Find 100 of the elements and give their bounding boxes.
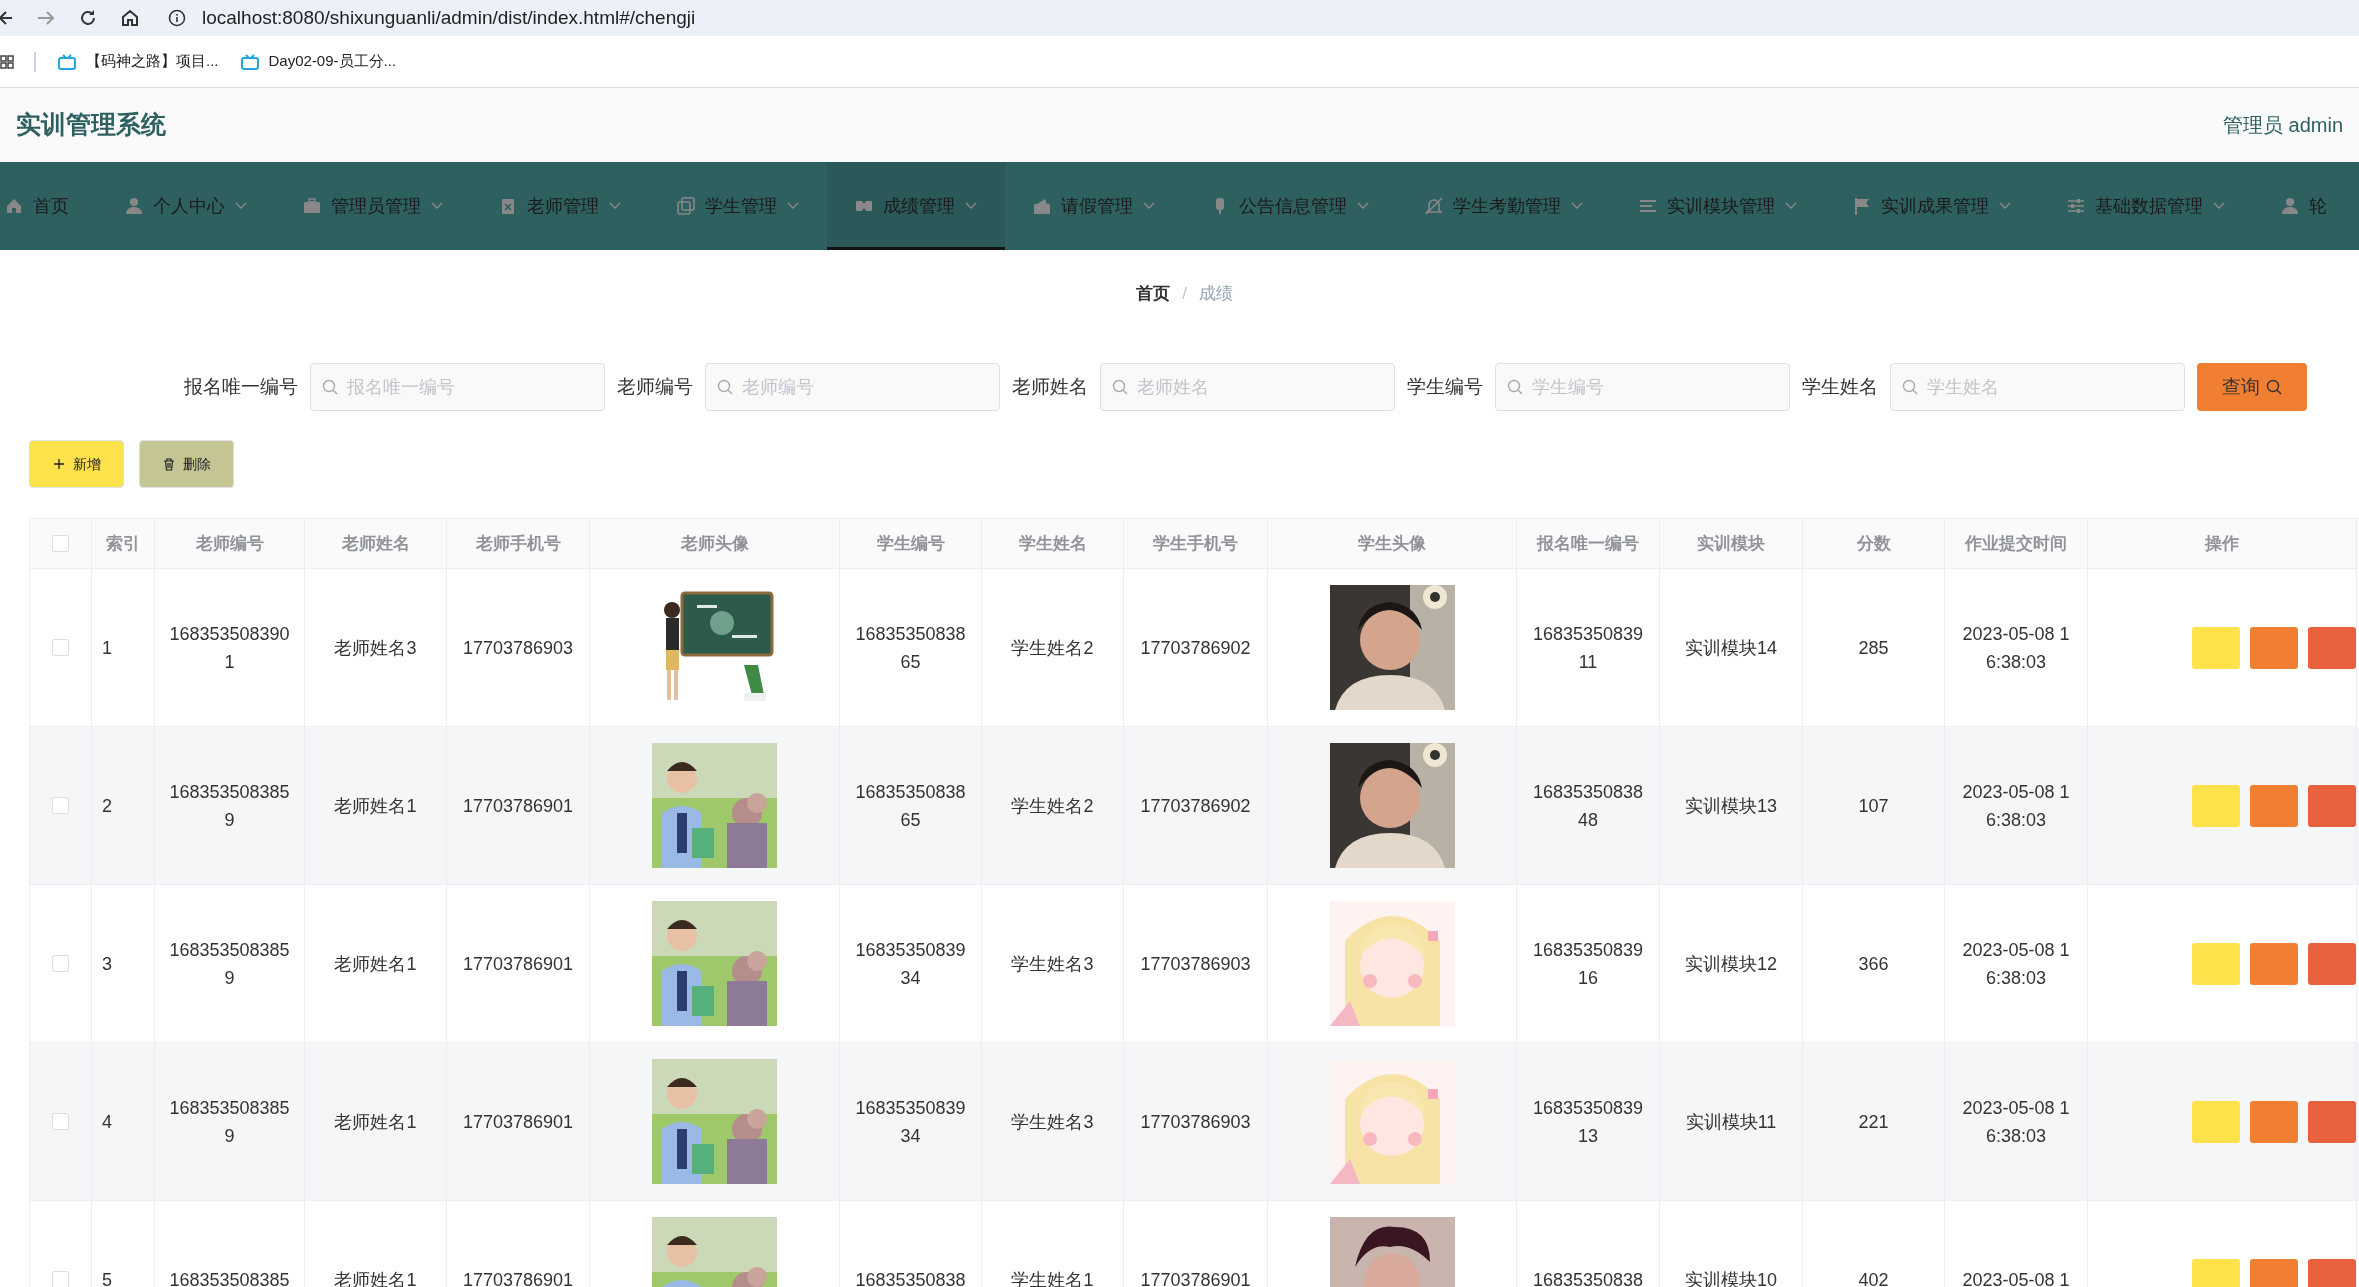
nav-icon bbox=[303, 197, 321, 215]
nav-icon bbox=[125, 197, 143, 215]
select-all-checkbox[interactable] bbox=[52, 535, 69, 552]
edit-button[interactable] bbox=[2192, 942, 2240, 985]
app-title: 实训管理系统 bbox=[16, 109, 166, 141]
nav-item[interactable]: 管理员管理 bbox=[275, 162, 471, 250]
info-icon[interactable] bbox=[168, 9, 186, 27]
filter-label: 报名唯一编号 bbox=[184, 374, 298, 399]
table-cell-text: 16835350838 bbox=[854, 1268, 967, 1287]
table-cell-text: 实训模块14 bbox=[1685, 636, 1777, 660]
search-field[interactable]: 学生编号 bbox=[1495, 363, 1790, 411]
column-header: 索引 bbox=[106, 532, 140, 555]
table-cell-text: 学生姓名2 bbox=[1011, 636, 1094, 660]
table-cell-text: 107 bbox=[1858, 794, 1889, 818]
table-cell-text: 17703786901 bbox=[462, 794, 574, 818]
search-icon bbox=[1902, 379, 1918, 395]
table-cell-text: 实训模块13 bbox=[1685, 794, 1777, 818]
table-cell-text: 学生姓名3 bbox=[1011, 952, 1094, 976]
column-header: 操作 bbox=[2205, 532, 2239, 555]
column-header: 报名唯一编号 bbox=[1537, 532, 1639, 555]
row-checkbox[interactable] bbox=[52, 797, 69, 814]
table-cell-text: 17703786901 bbox=[462, 952, 574, 976]
add-button[interactable]: 新增 bbox=[29, 440, 124, 488]
view-button[interactable] bbox=[2250, 942, 2298, 985]
table-cell-text: 1683535083934 bbox=[854, 1096, 967, 1148]
column-header: 实训模块 bbox=[1697, 532, 1765, 555]
nav-item[interactable]: 轮 bbox=[2253, 162, 2355, 250]
row-checkbox[interactable] bbox=[52, 639, 69, 656]
nav-icon bbox=[2281, 197, 2299, 215]
breadcrumb-item[interactable]: 首页 bbox=[1136, 281, 1171, 307]
delete-button[interactable]: 删除 bbox=[139, 440, 234, 488]
nav-item[interactable]: 实训模块管理 bbox=[1611, 162, 1825, 250]
search-icon bbox=[2266, 379, 2282, 395]
table-cell-text: 1683535083865 bbox=[854, 780, 967, 832]
table-cell-text: 4 bbox=[102, 1110, 112, 1134]
nav-item[interactable]: 学生考勤管理 bbox=[1397, 162, 1611, 250]
edit-button[interactable] bbox=[2192, 626, 2240, 669]
table-cell-text: 3 bbox=[102, 952, 112, 976]
bookmark-link[interactable]: Day02-09-员工分... bbox=[240, 50, 397, 73]
nav-item[interactable]: 老师管理 bbox=[471, 162, 649, 250]
delete-button[interactable] bbox=[2308, 942, 2356, 985]
search-field[interactable]: 老师编号 bbox=[705, 363, 1000, 411]
nav-item[interactable]: 成绩管理 bbox=[827, 162, 1005, 250]
reload-icon[interactable] bbox=[78, 8, 98, 28]
nav-item[interactable]: 基础数据管理 bbox=[2039, 162, 2253, 250]
plus-icon bbox=[52, 458, 65, 470]
nav-item[interactable]: 学生管理 bbox=[649, 162, 827, 250]
view-button[interactable] bbox=[2250, 626, 2298, 669]
table-cell-text: 学生姓名2 bbox=[1011, 794, 1094, 818]
search-icon bbox=[717, 379, 733, 395]
row-checkbox[interactable] bbox=[52, 955, 69, 972]
search-icon bbox=[1112, 379, 1128, 395]
home-icon[interactable] bbox=[120, 8, 140, 28]
table-cell-text: 1 bbox=[102, 636, 112, 660]
table-cell-text: 1683535083913 bbox=[1531, 1096, 1645, 1148]
table-cell-text: 1683535083865 bbox=[854, 622, 967, 674]
table-cell-text: 17703786903 bbox=[1140, 1110, 1251, 1134]
nav-icon bbox=[1853, 197, 1871, 215]
table-cell-text: 17703786901 bbox=[462, 1268, 574, 1287]
bookmark-link[interactable]: 【码神之路】项目... bbox=[58, 50, 219, 73]
view-button[interactable] bbox=[2250, 1100, 2298, 1143]
table-cell-text: 老师姓名1 bbox=[334, 952, 417, 976]
table-cell-text: 1683535083901 bbox=[168, 622, 291, 674]
apps-icon[interactable] bbox=[0, 54, 14, 69]
delete-button[interactable] bbox=[2308, 784, 2356, 827]
table-cell-text: 实训模块11 bbox=[1685, 1110, 1777, 1134]
nav-icon bbox=[677, 197, 695, 215]
nav-item[interactable]: 实训成果管理 bbox=[1825, 162, 2039, 250]
search-field[interactable]: 老师姓名 bbox=[1100, 363, 1395, 411]
filter-label: 老师姓名 bbox=[1012, 374, 1088, 399]
table-cell-text: 17703786901 bbox=[462, 1110, 574, 1134]
nav-item[interactable]: 个人中心 bbox=[97, 162, 275, 250]
url-text[interactable]: localhost:8080/shixunguanli/admin/dist/index.html#/chengji bbox=[202, 3, 696, 33]
row-checkbox[interactable] bbox=[52, 1271, 69, 1287]
table-cell-text: 2023-05-08 16:38:03 bbox=[1961, 622, 2071, 674]
table-cell-text: 221 bbox=[1858, 1110, 1889, 1134]
filter-label: 学生姓名 bbox=[1802, 374, 1878, 399]
nav-item[interactable]: 公告信息管理 bbox=[1183, 162, 1397, 250]
column-header: 学生头像 bbox=[1358, 532, 1426, 555]
breadcrumb-item[interactable]: 成绩 bbox=[1198, 281, 1233, 307]
search-icon bbox=[322, 379, 338, 395]
nav-icon bbox=[1033, 197, 1051, 215]
column-header: 作业提交时间 bbox=[1965, 532, 2067, 555]
delete-button[interactable] bbox=[2308, 1100, 2356, 1143]
view-button[interactable] bbox=[2250, 784, 2298, 827]
table-cell-text: 1683535083848 bbox=[1531, 780, 1645, 832]
nav-item[interactable]: 首页 bbox=[0, 162, 97, 250]
search-field[interactable]: 学生姓名 bbox=[1890, 363, 2185, 411]
table-cell-text: 老师姓名1 bbox=[334, 1110, 417, 1134]
table-cell-text: 1683535083859 bbox=[168, 938, 291, 990]
table-cell-text: 2023-05-08 16:38:03 bbox=[1961, 780, 2071, 832]
table-cell-text: 17703786903 bbox=[462, 636, 574, 660]
table-cell-text: 17703786902 bbox=[1140, 794, 1251, 818]
table-cell-text: 老师姓名3 bbox=[334, 636, 417, 660]
delete-button[interactable] bbox=[2308, 626, 2356, 669]
tv-icon bbox=[58, 53, 76, 70]
search-button[interactable]: 查询 bbox=[2197, 363, 2307, 411]
row-checkbox[interactable] bbox=[52, 1113, 69, 1130]
nav-item[interactable]: 请假管理 bbox=[1005, 162, 1183, 250]
column-header: 老师手机号 bbox=[475, 532, 561, 555]
